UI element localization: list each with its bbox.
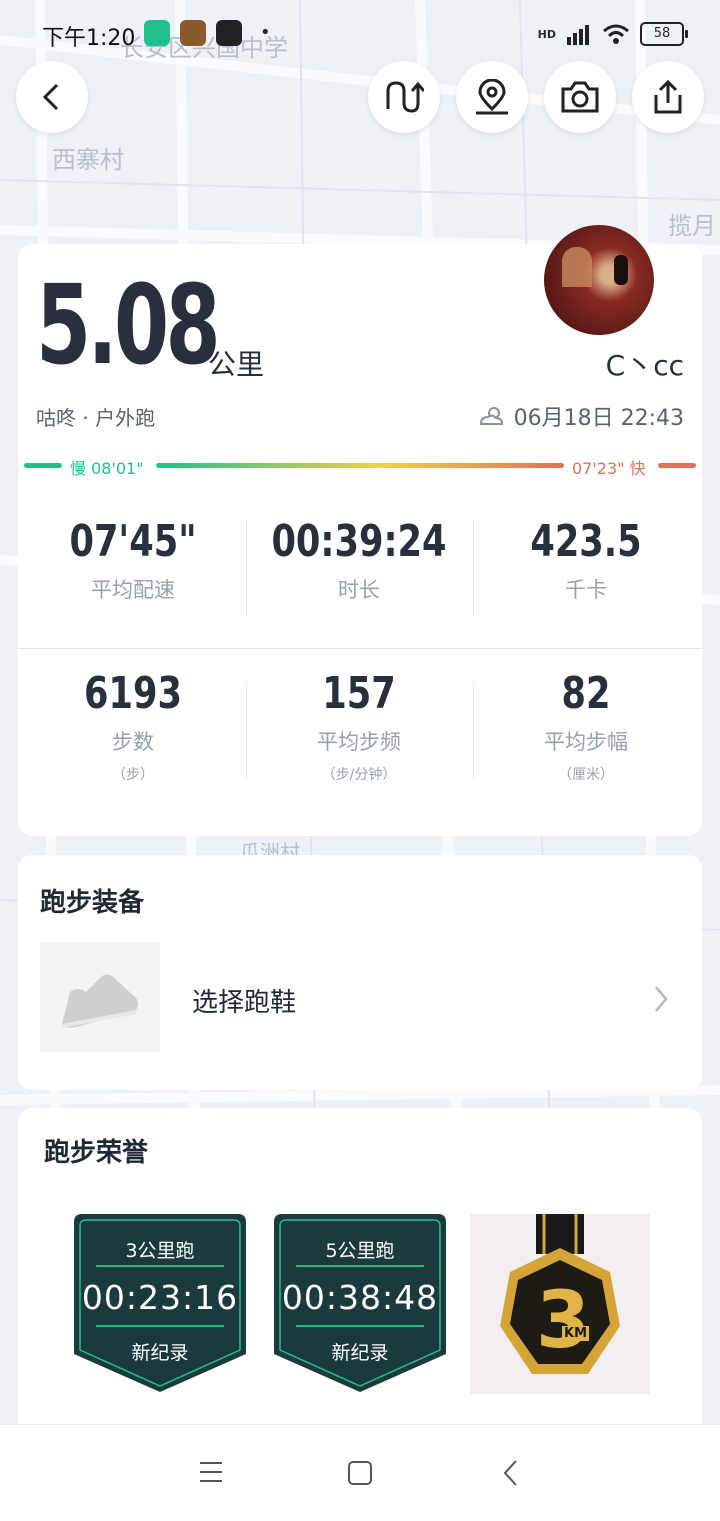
camera-button[interactable] <box>544 61 616 133</box>
choose-shoe-label[interactable]: 选择跑鞋 <box>192 982 296 1019</box>
stat-unit: （步/分钟） <box>321 767 397 783</box>
chevron-right-icon[interactable] <box>652 984 670 1014</box>
route-replay-button[interactable] <box>368 61 440 133</box>
badge-time: 00:38:48 <box>281 1278 439 1317</box>
stat-label: 平均配速 <box>91 578 175 602</box>
status-bar: 下午1:20 • HD 58 <box>42 20 688 54</box>
share-icon <box>654 79 682 114</box>
pace-bar-fast-segment <box>658 463 696 468</box>
system-navigation-bar <box>0 1424 720 1521</box>
app-notification-icon <box>144 20 170 46</box>
distance-unit: 公里 <box>208 348 265 381</box>
badge-tag: 新纪录 <box>331 1342 389 1364</box>
camera-icon <box>561 81 599 113</box>
pace-fast-label: 07'23" 快 <box>572 459 646 478</box>
stat-value: 423.5 <box>530 516 642 567</box>
home-square-icon[interactable] <box>346 1459 374 1487</box>
back-triangle-icon[interactable] <box>500 1458 522 1488</box>
badge-title: 5公里跑 <box>325 1240 395 1262</box>
map-pin-button[interactable] <box>456 61 528 133</box>
stat-value: 00:39:24 <box>271 516 447 567</box>
stat-duration: 00:39:24 时长 <box>246 520 472 604</box>
divider <box>473 520 474 616</box>
medal-unit: KM <box>562 1326 590 1341</box>
honors-title: 跑步荣誉 <box>44 1138 149 1168</box>
pace-range-bar: 慢 08'01" 07'23" 快 <box>24 455 696 478</box>
divider <box>246 520 247 616</box>
map-pin-icon <box>476 79 508 115</box>
shoe-thumbnail[interactable] <box>40 942 160 1052</box>
stat-stride: 82 平均步幅 （厘米） <box>473 672 699 784</box>
stat-label: 千卡 <box>565 578 607 602</box>
stat-cadence: 157 平均步频 （步/分钟） <box>246 672 472 784</box>
more-notifications-icon: • <box>260 22 271 43</box>
map-label: 揽月 <box>668 212 716 240</box>
stat-value: 82 <box>561 668 611 719</box>
back-button[interactable] <box>16 61 88 133</box>
wifi-icon <box>603 24 629 44</box>
divider <box>246 682 247 778</box>
chevron-left-icon <box>42 83 59 111</box>
pace-bar-gradient <box>156 463 564 468</box>
battery-indicator: 58 <box>640 22 688 46</box>
stat-label: 步数 <box>112 730 154 754</box>
stat-value: 07'45" <box>69 516 197 567</box>
stat-value: 157 <box>322 668 396 719</box>
menu-icon[interactable] <box>198 1461 224 1483</box>
pace-bar-slow-segment <box>24 463 62 468</box>
bilibili-notification-icon <box>216 20 242 46</box>
run-datetime: 06月18日 22:43 <box>478 400 684 432</box>
stat-label: 平均步幅 <box>544 730 628 754</box>
badge-time: 00:23:16 <box>81 1278 239 1317</box>
username[interactable]: C丶cc <box>606 344 684 384</box>
map-label: 西寨村 <box>52 146 124 174</box>
stat-steps: 6193 步数 （步） <box>20 672 246 784</box>
medal-number: 3 <box>536 1276 591 1366</box>
medal-3km[interactable]: 3 KM <box>470 1214 650 1394</box>
badge-5km[interactable]: 5公里跑 00:38:48 新纪录 <box>270 1214 450 1394</box>
divider <box>18 648 702 649</box>
network-type: HD <box>537 27 556 41</box>
equipment-title: 跑步装备 <box>40 888 145 918</box>
stat-avg-pace: 07'45" 平均配速 <box>20 520 246 604</box>
stat-unit: （厘米） <box>558 767 614 783</box>
pace-slow-label: 慢 08'01" <box>70 459 144 478</box>
badge-title: 3公里跑 <box>125 1240 195 1262</box>
stat-label: 时长 <box>338 578 380 602</box>
run-type: 咕咚 · 户外跑 <box>36 406 156 430</box>
status-time: 下午1:20 <box>42 26 136 51</box>
stat-value: 6193 <box>84 668 182 719</box>
stat-calories: 423.5 千卡 <box>473 520 699 604</box>
avatar[interactable] <box>544 225 654 335</box>
weather-cloudy-icon <box>479 407 503 425</box>
badge-tag: 新纪录 <box>131 1342 189 1364</box>
running-shoe-icon <box>61 974 138 1028</box>
stat-label: 平均步频 <box>317 730 401 754</box>
share-button[interactable] <box>632 61 704 133</box>
route-replay-icon <box>386 81 424 113</box>
stat-unit: （步） <box>112 767 154 783</box>
datetime-text: 06月18日 22:43 <box>513 406 684 431</box>
divider <box>473 682 474 778</box>
game-notification-icon <box>180 20 206 46</box>
badge-3km[interactable]: 3公里跑 00:23:16 新纪录 <box>70 1214 250 1394</box>
distance-value: 5.08 <box>36 261 221 389</box>
signal-icon <box>567 25 589 45</box>
